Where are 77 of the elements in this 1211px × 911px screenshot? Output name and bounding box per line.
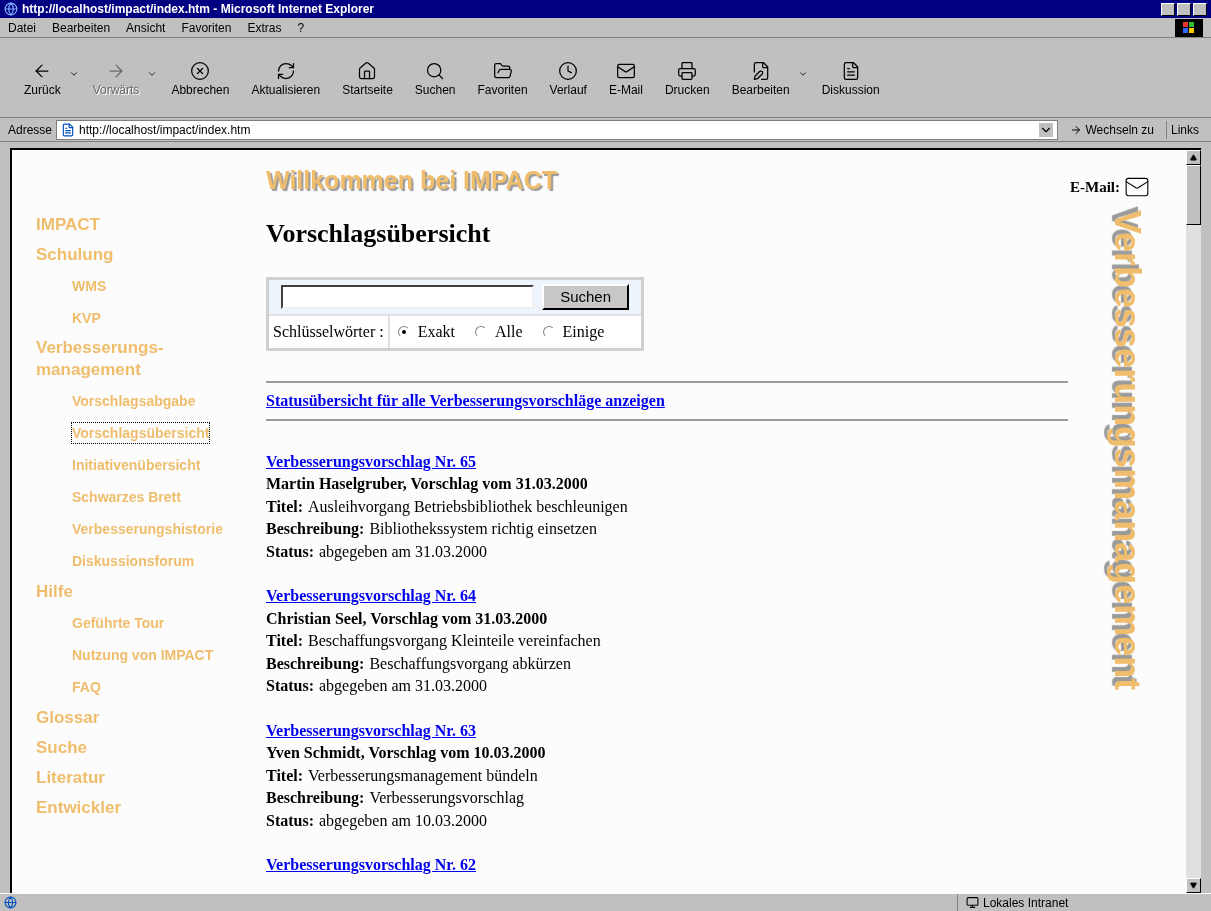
toolbar-button[interactable]: Zurück bbox=[16, 56, 69, 99]
radio-label: Alle bbox=[495, 321, 523, 342]
field-value: abgegeben am 31.03.2000 bbox=[319, 541, 487, 563]
window-title: http://localhost/impact/index.htm - Microsoft Internet Explorer bbox=[22, 1, 375, 18]
proposal-link[interactable]: Verbesserungsvorschlag Nr. 62 bbox=[266, 856, 476, 873]
dropdown-icon[interactable] bbox=[1038, 122, 1053, 137]
search-field[interactable] bbox=[281, 284, 535, 309]
intranet-icon bbox=[966, 896, 979, 909]
browser-icon bbox=[4, 2, 18, 16]
radio-label: Einige bbox=[562, 321, 605, 343]
field-label: Status: bbox=[266, 810, 314, 831]
vertical-title: Verbesserungsmanagement bbox=[1109, 210, 1145, 691]
scroll-thumb[interactable] bbox=[1186, 165, 1201, 225]
search-icon bbox=[425, 60, 446, 81]
field-value: Ausleihvorgang Betriebsbibliothek beschleunigen bbox=[308, 496, 628, 518]
printer-icon bbox=[677, 60, 698, 81]
field-label: Titel: bbox=[266, 631, 304, 651]
clock-icon bbox=[558, 60, 579, 81]
field-label: Beschreibung: bbox=[266, 788, 365, 809]
field-value: Verbesserungsmanagement bündeln bbox=[308, 765, 538, 787]
toolbar-button[interactable]: Aktualisieren bbox=[243, 56, 329, 99]
toolbar-button[interactable]: Verlauf bbox=[541, 56, 595, 99]
toolbar-button[interactable]: Bearbeiten bbox=[723, 56, 798, 99]
page-status-icon bbox=[4, 896, 17, 909]
menu-item[interactable]: Datei bbox=[8, 18, 36, 37]
menu-item[interactable]: Extras bbox=[247, 18, 282, 37]
windows-logo-icon bbox=[1175, 18, 1203, 37]
toolbar-button[interactable]: Favoriten bbox=[469, 56, 536, 99]
scroll-up-icon[interactable] bbox=[1190, 154, 1197, 161]
email-label: E-Mail: bbox=[1070, 177, 1120, 197]
stop-icon bbox=[190, 60, 211, 81]
proposal-link[interactable]: Verbesserungsvorschlag Nr. 63 bbox=[266, 721, 476, 739]
proposal-author: Yven Schmidt, Vorschlag vom 10.03.2000 bbox=[266, 743, 547, 764]
home-icon bbox=[357, 60, 378, 81]
search-button[interactable]: Suchen bbox=[542, 283, 629, 310]
address-field[interactable]: http://localhost/impact/index.htm bbox=[56, 119, 1058, 140]
menu-item[interactable]: Ansicht bbox=[126, 18, 166, 37]
scrollbar[interactable] bbox=[1186, 150, 1201, 893]
field-label: Titel: bbox=[266, 496, 304, 517]
toolbar-button[interactable]: Startseite bbox=[334, 56, 401, 99]
field-value: Bibliothekssystem richtig einsetzen bbox=[369, 519, 597, 540]
toolbar-button[interactable]: E-Mail bbox=[600, 56, 651, 99]
field-label: Status: bbox=[266, 541, 314, 562]
toolbar-button[interactable]: Suchen bbox=[406, 56, 464, 99]
go-arrow-icon bbox=[1069, 123, 1082, 136]
field-label: Titel: bbox=[266, 765, 304, 786]
keywords-label: Schlüsselwörter : bbox=[269, 315, 390, 348]
field-value: Verbesserungsvorschlag bbox=[369, 788, 524, 809]
proposal-link[interactable]: Verbesserungsvorschlag Nr. 65 bbox=[266, 452, 476, 470]
banner-title: Willkommen bei IMPACT bbox=[266, 165, 558, 196]
field-label: Status: bbox=[266, 676, 314, 696]
links-button[interactable]: Links bbox=[1166, 120, 1203, 139]
scroll-down-icon[interactable] bbox=[1190, 882, 1197, 889]
field-value: abgegeben am 31.03.2000 bbox=[319, 676, 487, 697]
proposal-link[interactable]: Verbesserungsvorschlag Nr. 64 bbox=[266, 587, 476, 604]
address-label: Adresse bbox=[8, 121, 53, 139]
toolbar-button[interactable]: Diskussion bbox=[813, 56, 888, 99]
folder-icon bbox=[492, 60, 513, 81]
status-overview-link[interactable]: Statusübersicht für alle Verbesserungsvorschläge anzeigen bbox=[266, 388, 1068, 413]
field-value: Beschaffungsvorgang Kleinteile vereinfachen bbox=[308, 631, 601, 652]
page-heading: Vorschlagsübersicht bbox=[266, 217, 492, 250]
menu-item[interactable]: Bearbeiten bbox=[52, 18, 111, 37]
page-icon bbox=[61, 122, 76, 137]
menu-item[interactable]: Favoriten bbox=[181, 18, 232, 37]
field-value: Beschaffungsvorgang abkürzen bbox=[369, 653, 571, 675]
zone-label: Lokales Intranet bbox=[983, 894, 1069, 911]
toolbar-button[interactable]: Drucken bbox=[656, 56, 718, 99]
field-label: Beschreibung: bbox=[266, 519, 365, 540]
proposal-author: Christian Seel, Vorschlag vom 31.03.2000 bbox=[266, 608, 549, 630]
go-button[interactable]: Wechseln zu bbox=[1061, 120, 1162, 139]
menu-item[interactable]: ? bbox=[297, 18, 305, 37]
field-value: abgegeben am 10.03.2000 bbox=[319, 810, 487, 832]
field-label: Beschreibung: bbox=[266, 653, 365, 675]
radio-label: Exakt bbox=[417, 321, 455, 342]
proposal-author: Martin Haselgruber, Vorschlag vom 31.03.2000 bbox=[266, 474, 589, 495]
refresh-icon bbox=[275, 60, 296, 81]
toolbar-button[interactable]: Abbrechen bbox=[163, 56, 238, 99]
